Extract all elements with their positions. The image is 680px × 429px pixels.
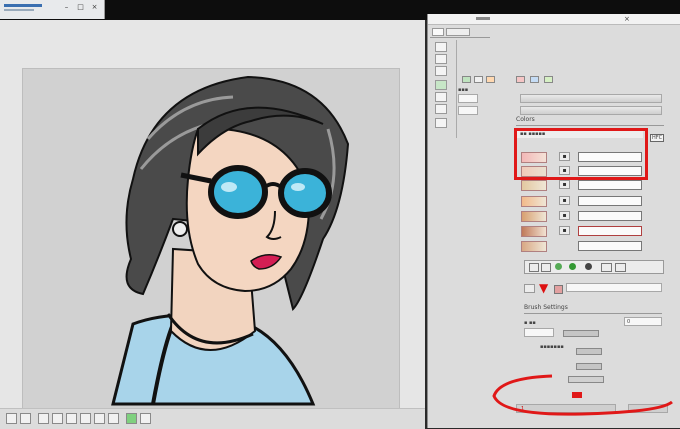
size-label: ▪ ▪▪ <box>524 320 536 326</box>
layer-thumb-5[interactable] <box>521 211 547 222</box>
status-value: 0 <box>627 319 631 325</box>
field-label-1: ▪▪▪ <box>458 87 469 93</box>
opacity-slider[interactable] <box>563 330 599 337</box>
layer-tool-row <box>524 260 664 274</box>
layer-thumb-6[interactable] <box>521 226 547 237</box>
sidebar-pointer-icon[interactable] <box>435 42 447 52</box>
panel-sidebar <box>432 40 457 138</box>
sidebar-layer-icon[interactable] <box>435 118 447 128</box>
highlight-box <box>514 128 648 180</box>
sidebar-fill-icon[interactable] <box>435 80 447 90</box>
swatch-green[interactable] <box>462 76 471 83</box>
layer-color-icon[interactable] <box>569 263 576 270</box>
grid-icon[interactable] <box>80 413 91 424</box>
layer-name-field-5[interactable] <box>578 211 642 221</box>
tab-general[interactable] <box>432 28 444 36</box>
properties-window: × ▪▪▪ Colors HFC ▪▪ ▪▪▪▪▪ ▪ ▪ ▪ ▪ ▪ ▪ ▼ … <box>427 14 680 428</box>
layer-mask-icon[interactable] <box>585 263 592 270</box>
layer-visibility-icon[interactable] <box>555 263 562 270</box>
layer-delete-icon[interactable] <box>615 263 626 272</box>
bottom-toolbar <box>0 408 425 429</box>
layer-icon[interactable] <box>140 413 151 424</box>
select-icon[interactable] <box>6 413 17 424</box>
option-field[interactable] <box>566 283 662 292</box>
section-divider <box>516 125 664 126</box>
sidebar-text-icon[interactable] <box>435 104 447 114</box>
flow-slider[interactable] <box>576 348 602 355</box>
sidebar-pen-icon[interactable] <box>435 54 447 64</box>
swatch-peach[interactable] <box>486 76 495 83</box>
layer-name-field-3[interactable] <box>578 180 642 190</box>
checkbox-1[interactable] <box>524 284 535 293</box>
layer-name-field-4[interactable] <box>578 196 642 206</box>
brush-icon[interactable] <box>94 413 105 424</box>
swatch-blue[interactable] <box>530 76 539 83</box>
swatch-lime[interactable] <box>544 76 553 83</box>
hfc-tag: HFC <box>650 134 665 142</box>
mini-window: – □ × <box>0 0 105 19</box>
flow-label: ▪▪▪▪▪▪▪ <box>540 344 564 350</box>
layer-name-field-6[interactable] <box>578 226 642 236</box>
layer-new-icon[interactable] <box>529 263 539 272</box>
move-icon[interactable] <box>20 413 31 424</box>
close-button[interactable]: × <box>90 3 99 11</box>
portrait-illustration <box>111 75 350 406</box>
hardness-slider[interactable] <box>576 363 602 370</box>
layer-thumb-7[interactable] <box>521 241 547 252</box>
tab-layers[interactable] <box>446 28 470 36</box>
layer-lock-icon-6[interactable]: ▪ <box>559 226 570 235</box>
layer-lock-icon-3[interactable]: ▪ <box>559 180 570 189</box>
panel-tabs <box>430 25 490 38</box>
progress-bar-icon <box>4 4 42 7</box>
color-chip[interactable] <box>554 285 563 294</box>
title-text-icon <box>476 17 490 20</box>
eraser-icon[interactable] <box>108 413 119 424</box>
section-label: Colors <box>516 116 535 123</box>
text-icon[interactable] <box>126 413 137 424</box>
zoom-icon[interactable] <box>38 413 49 424</box>
minimize-button[interactable]: – <box>62 3 71 11</box>
rotate-icon[interactable] <box>52 413 63 424</box>
layer-thumb-4[interactable] <box>521 196 547 207</box>
image-canvas[interactable] <box>22 68 400 410</box>
property-value-1[interactable] <box>458 94 478 103</box>
swatch-white[interactable] <box>474 76 483 83</box>
layer-lock-icon-5[interactable]: ▪ <box>559 211 570 220</box>
size-field[interactable]: 0 <box>624 317 662 326</box>
properties-close-button[interactable]: × <box>624 14 630 24</box>
mode-field[interactable] <box>524 328 554 337</box>
highlight-ellipse <box>492 374 673 416</box>
layer-thumb-3[interactable] <box>521 180 547 191</box>
property-field-2[interactable] <box>520 106 662 115</box>
maximize-button[interactable]: □ <box>76 3 85 11</box>
crop-icon[interactable] <box>66 413 77 424</box>
layer-name-field-7[interactable] <box>578 241 642 251</box>
sidebar-shape-icon[interactable] <box>435 66 447 76</box>
red-arrow-icon[interactable]: ▼ <box>539 282 548 294</box>
editor-window <box>0 20 425 428</box>
property-value-2[interactable] <box>458 106 478 115</box>
mini-window-subtitle <box>4 9 34 11</box>
layer-group-icon[interactable] <box>601 263 612 272</box>
properties-title-bar: × <box>428 14 680 25</box>
layer-lock-icon-4[interactable]: ▪ <box>559 196 570 205</box>
sidebar-line-icon[interactable] <box>435 92 447 102</box>
option-divider <box>524 313 662 314</box>
option-label: Brush Settings <box>524 304 568 311</box>
layer-copy-icon[interactable] <box>541 263 551 272</box>
property-field-1[interactable] <box>520 94 662 103</box>
swatch-pink[interactable] <box>516 76 525 83</box>
